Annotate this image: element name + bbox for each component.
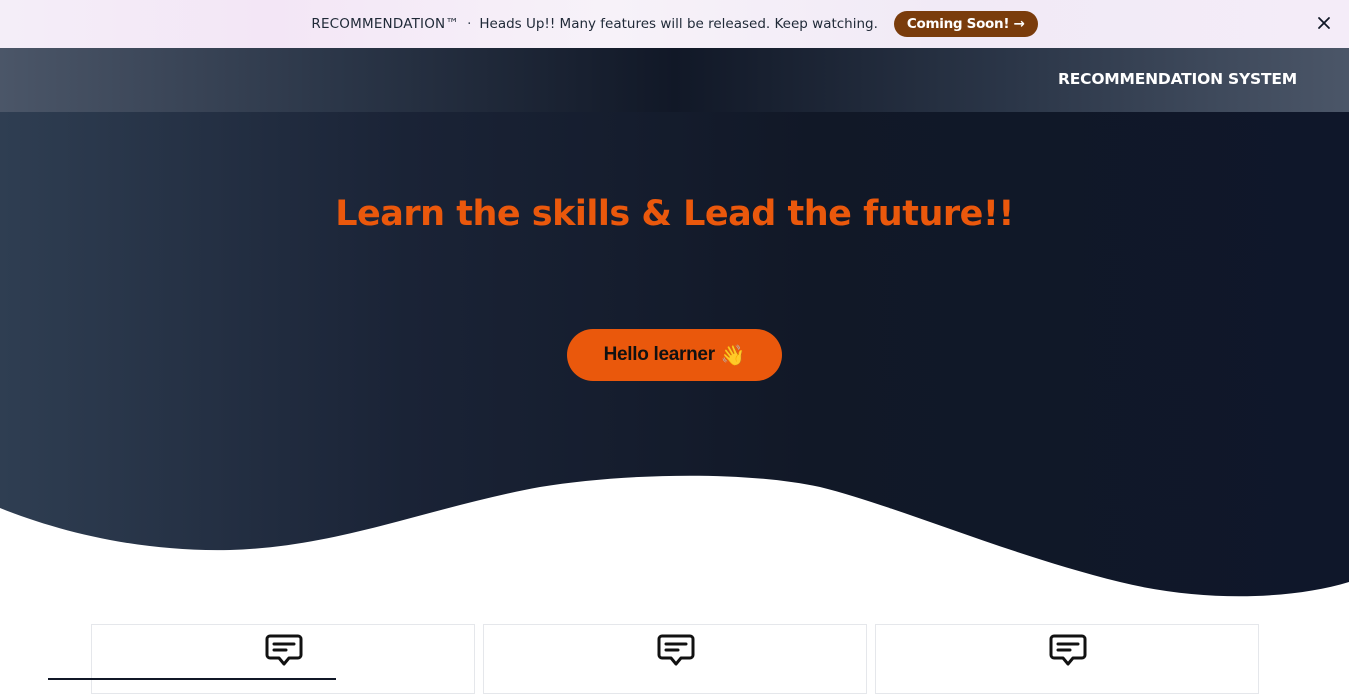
waving-hand-icon: 👋 — [720, 344, 746, 367]
top-navbar: RECOMMENDATION SYSTEM — [0, 48, 1349, 112]
banner-message: Heads Up!! Many features will be release… — [479, 16, 878, 32]
message-icon — [657, 633, 695, 673]
feature-card[interactable] — [875, 624, 1259, 694]
hello-learner-label: Hello learner — [603, 344, 716, 365]
hero-section: Learn the skills & Lead the future!! Hel… — [0, 112, 1349, 612]
hello-learner-button[interactable]: Hello learner 👋 — [567, 329, 782, 381]
feature-card[interactable] — [483, 624, 867, 694]
close-icon[interactable] — [1315, 14, 1333, 32]
hero-headline: Learn the skills & Lead the future!! — [335, 194, 1014, 234]
message-icon — [1049, 633, 1087, 673]
site-logo-link[interactable]: RECOMMENDATION SYSTEM — [1058, 70, 1297, 88]
banner-brand: RECOMMENDATION™ — [311, 16, 460, 32]
coming-soon-button[interactable]: Coming Soon! → — [893, 11, 1038, 37]
announcement-banner: RECOMMENDATION™ · Heads Up!! Many featur… — [0, 0, 1349, 48]
banner-separator: · — [467, 16, 472, 32]
feature-card[interactable] — [91, 624, 475, 694]
message-icon — [265, 633, 303, 673]
